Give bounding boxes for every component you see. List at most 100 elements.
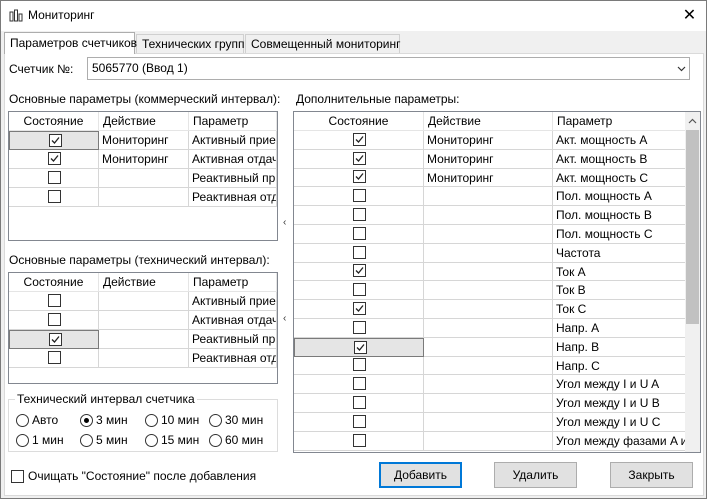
action-cell[interactable] — [424, 413, 553, 432]
add-button[interactable]: Добавить — [379, 462, 462, 488]
state-cell[interactable] — [294, 206, 424, 225]
action-cell[interactable] — [424, 187, 553, 207]
state-checkbox[interactable] — [352, 320, 366, 334]
state-cell[interactable] — [294, 413, 424, 432]
interval-radio[interactable] — [145, 414, 158, 427]
action-cell[interactable] — [99, 311, 189, 330]
state-checkbox[interactable] — [352, 396, 366, 410]
interval-radio[interactable] — [16, 414, 29, 427]
action-cell[interactable]: Мониторинг — [424, 168, 553, 188]
collapse-left-icon-2[interactable]: ‹ — [283, 313, 286, 324]
state-checkbox[interactable] — [352, 170, 366, 184]
state-cell[interactable] — [294, 356, 424, 376]
additional-grid[interactable]: Состояние Действие Параметр Мониторинг Акт. … — [293, 111, 701, 453]
action-cell[interactable] — [424, 225, 553, 244]
state-checkbox[interactable] — [352, 245, 366, 259]
state-cell[interactable] — [294, 149, 424, 169]
state-checkbox[interactable] — [48, 333, 62, 346]
state-checkbox[interactable] — [47, 351, 61, 364]
state-checkbox[interactable] — [352, 151, 366, 165]
state-checkbox[interactable] — [47, 152, 61, 165]
interval-radio[interactable] — [209, 414, 222, 427]
action-cell[interactable] — [424, 262, 553, 282]
action-cell[interactable] — [424, 300, 553, 319]
action-cell[interactable] — [424, 356, 553, 376]
state-cell[interactable] — [294, 337, 424, 357]
state-cell[interactable] — [294, 281, 424, 301]
interval-radio[interactable] — [209, 434, 222, 447]
action-cell[interactable]: Мониторинг — [424, 149, 553, 169]
action-cell[interactable] — [99, 188, 189, 207]
action-cell[interactable]: Мониторинг — [99, 131, 189, 150]
action-cell[interactable] — [99, 349, 189, 368]
action-cell[interactable]: Мониторинг — [424, 131, 553, 150]
state-cell[interactable] — [294, 394, 424, 413]
action-cell[interactable] — [99, 292, 189, 311]
state-checkbox[interactable] — [47, 313, 61, 326]
state-checkbox[interactable] — [352, 132, 366, 146]
state-checkbox[interactable] — [352, 358, 366, 372]
tab-combined-monitoring[interactable]: Совмещенный мониторинг — [245, 34, 401, 53]
state-cell[interactable] — [9, 150, 99, 169]
state-checkbox[interactable] — [352, 414, 366, 428]
technical-grid[interactable]: Состояние Действие Параметр Активный прием А… — [8, 272, 278, 384]
state-cell[interactable] — [9, 131, 99, 150]
state-checkbox[interactable] — [352, 208, 366, 222]
action-cell[interactable] — [424, 394, 553, 413]
state-cell[interactable] — [9, 188, 99, 207]
scroll-thumb[interactable] — [686, 130, 699, 324]
state-checkbox[interactable] — [352, 433, 366, 447]
clear-state-checkbox[interactable] — [11, 470, 24, 483]
state-cell[interactable] — [294, 187, 424, 207]
tab-tech-groups[interactable]: Технических групп — [136, 34, 245, 53]
commercial-grid[interactable]: Состояние Действие Параметр Мониторинг Актив… — [8, 111, 278, 241]
interval-radio[interactable] — [145, 434, 158, 447]
state-checkbox[interactable] — [48, 134, 62, 147]
action-cell[interactable] — [424, 431, 553, 451]
meter-select[interactable]: 5065770 (Ввод 1) — [87, 57, 690, 80]
state-checkbox[interactable] — [352, 283, 366, 297]
state-checkbox[interactable] — [352, 264, 366, 278]
state-checkbox[interactable] — [352, 377, 366, 391]
state-cell[interactable] — [9, 311, 99, 330]
action-cell[interactable] — [99, 169, 189, 188]
action-cell[interactable] — [424, 375, 553, 395]
state-checkbox[interactable] — [47, 171, 61, 184]
state-cell[interactable] — [294, 262, 424, 282]
state-cell[interactable] — [294, 431, 424, 451]
vertical-scrollbar[interactable] — [685, 112, 700, 452]
action-cell[interactable] — [424, 206, 553, 225]
collapse-left-icon[interactable]: ‹ — [283, 217, 286, 228]
state-checkbox[interactable] — [47, 294, 61, 307]
action-cell[interactable] — [424, 281, 553, 301]
state-checkbox[interactable] — [352, 226, 366, 240]
state-cell[interactable] — [9, 169, 99, 188]
scroll-up-icon[interactable] — [688, 115, 697, 129]
action-cell[interactable] — [424, 243, 553, 263]
action-cell[interactable] — [99, 330, 189, 349]
state-checkbox[interactable] — [352, 302, 366, 316]
state-cell[interactable] — [294, 319, 424, 338]
action-cell[interactable] — [424, 337, 553, 357]
state-cell[interactable] — [294, 225, 424, 244]
action-cell[interactable]: Мониторинг — [99, 150, 189, 169]
state-cell[interactable] — [294, 168, 424, 188]
state-cell[interactable] — [294, 375, 424, 395]
action-cell[interactable] — [424, 319, 553, 338]
state-cell[interactable] — [9, 349, 99, 368]
state-checkbox[interactable] — [353, 340, 367, 354]
state-cell[interactable] — [9, 330, 99, 349]
state-cell[interactable] — [9, 292, 99, 311]
state-checkbox[interactable] — [47, 190, 61, 203]
state-cell[interactable] — [294, 300, 424, 319]
state-cell[interactable] — [294, 243, 424, 263]
state-cell[interactable] — [294, 131, 424, 150]
close-button[interactable]: Закрыть — [610, 462, 693, 488]
state-checkbox[interactable] — [352, 189, 366, 203]
tab-meter-params[interactable]: Параметров счетчиков — [4, 32, 137, 54]
delete-button[interactable]: Удалить — [494, 462, 577, 488]
close-icon[interactable]: ✕ — [673, 1, 706, 31]
interval-radio[interactable] — [80, 414, 93, 427]
interval-radio[interactable] — [16, 434, 29, 447]
interval-radio[interactable] — [80, 434, 93, 447]
